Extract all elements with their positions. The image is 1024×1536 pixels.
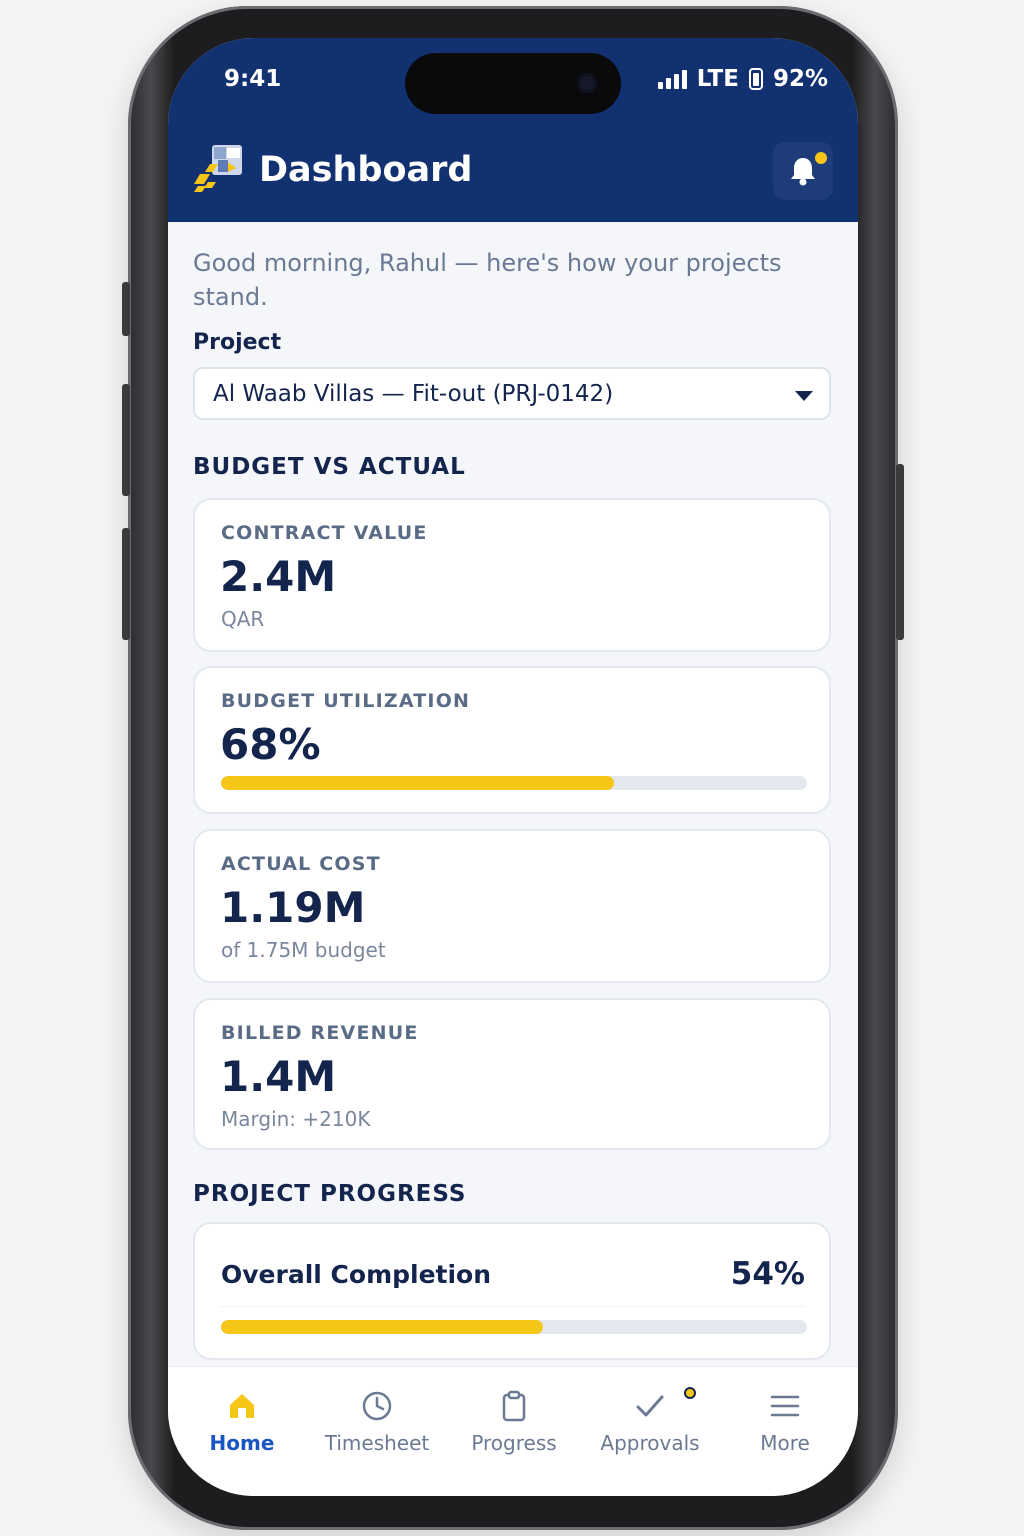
- card-label: ACTUAL COST: [221, 853, 381, 875]
- phone-screen: 9:41 LTE 92% Dashboard Good morning, Rah…: [168, 38, 858, 1496]
- chevron-down-icon: [795, 391, 813, 401]
- notification-badge: [815, 152, 827, 164]
- greeting-text: Good morning, Rahul — here's how your pr…: [193, 249, 782, 311]
- tab-label: Timesheet: [324, 1431, 430, 1455]
- tab-label: Home: [209, 1431, 275, 1455]
- network-label: LTE: [696, 66, 739, 92]
- tab-progress[interactable]: Progress: [445, 1389, 583, 1455]
- budget-utilization-card: BUDGET UTILIZATION 68%: [193, 666, 831, 814]
- divider: [221, 1306, 805, 1307]
- status-indicators: LTE 92%: [657, 66, 828, 92]
- progress-section-title: PROJECT PROGRESS: [193, 1181, 467, 1207]
- tab-approvals[interactable]: Approvals: [581, 1389, 719, 1455]
- tab-label: Approvals: [600, 1431, 700, 1455]
- bottom-tab-bar: Home Timesheet Progress Approvals More: [168, 1366, 858, 1496]
- silent-switch: [122, 282, 130, 336]
- card-label: BILLED REVENUE: [221, 1022, 419, 1044]
- clock-icon: [362, 1391, 392, 1421]
- card-label: CONTRACT VALUE: [221, 522, 428, 544]
- home-icon: [230, 1394, 254, 1418]
- status-time: 9:41: [224, 66, 282, 92]
- card-subtext: QAR: [221, 607, 265, 631]
- camera-icon: [577, 73, 597, 93]
- battery-percent: 92%: [772, 66, 828, 92]
- overall-completion-value: 54%: [730, 1256, 805, 1292]
- power-button: [896, 464, 904, 640]
- dynamic-island: [405, 53, 621, 114]
- tab-timesheet[interactable]: Timesheet: [308, 1389, 446, 1455]
- tab-label: Progress: [471, 1431, 557, 1455]
- actual-cost-card: ACTUAL COST 1.19M of 1.75M budget: [193, 829, 831, 983]
- approvals-badge: [684, 1387, 696, 1399]
- overall-progress-fill: [221, 1320, 544, 1334]
- menu-icon: [770, 1395, 800, 1417]
- budget-section-title: BUDGET VS ACTUAL: [193, 454, 466, 480]
- card-subtext: Margin: +210K: [221, 1107, 371, 1131]
- overall-progress-track: [221, 1320, 807, 1334]
- budget-progress-track: [221, 776, 807, 790]
- card-value: 68%: [220, 720, 321, 769]
- volume-down-button: [122, 528, 130, 640]
- card-value: 2.4M: [220, 552, 337, 601]
- project-label: Project: [193, 330, 282, 355]
- card-value: 1.19M: [220, 883, 366, 932]
- tab-label: More: [760, 1431, 810, 1455]
- checkmark-icon: [636, 1395, 664, 1417]
- tab-more[interactable]: More: [716, 1389, 854, 1455]
- clipboard-icon: [502, 1390, 526, 1422]
- project-select[interactable]: Al Waab Villas — Fit-out (PRJ-0142): [193, 367, 831, 420]
- app-header: 9:41 LTE 92% Dashboard: [168, 38, 858, 222]
- construction-logo-icon: [194, 145, 242, 192]
- card-label: BUDGET UTILIZATION: [221, 690, 471, 712]
- battery-icon: [748, 68, 763, 90]
- volume-up-button: [122, 384, 130, 496]
- billed-revenue-card: BILLED REVENUE 1.4M Margin: +210K: [193, 998, 831, 1150]
- bell-icon: [791, 158, 815, 186]
- notifications-button[interactable]: [773, 142, 833, 200]
- card-subtext: of 1.75M budget: [221, 938, 386, 962]
- page-title: Dashboard: [259, 150, 473, 190]
- budget-progress-fill: [221, 776, 614, 790]
- overall-completion-card: Overall Completion 54%: [193, 1222, 831, 1360]
- contract-value-card: CONTRACT VALUE 2.4M QAR: [193, 498, 831, 652]
- overall-completion-label: Overall Completion: [221, 1260, 492, 1289]
- tab-home[interactable]: Home: [173, 1389, 311, 1455]
- project-select-value: Al Waab Villas — Fit-out (PRJ-0142): [213, 380, 614, 407]
- signal-icon: [657, 69, 687, 89]
- card-value: 1.4M: [220, 1052, 337, 1101]
